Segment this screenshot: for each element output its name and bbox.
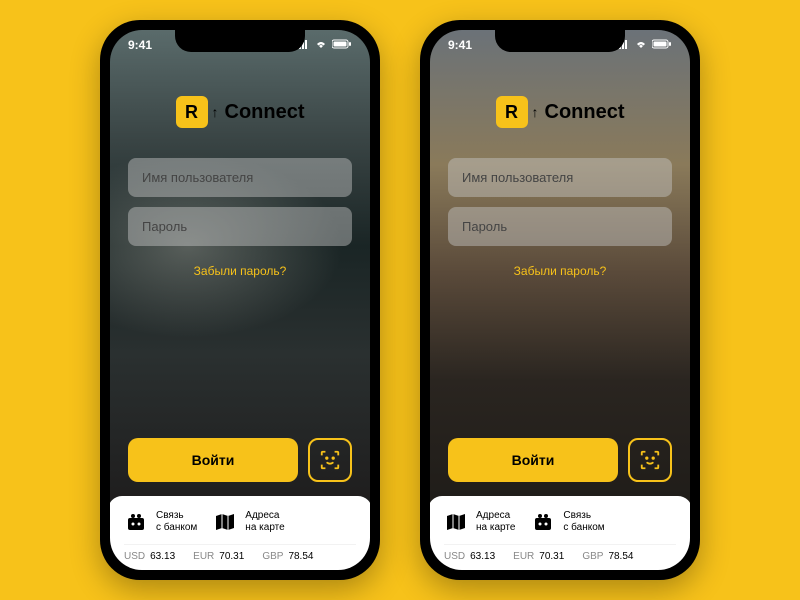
logo-arrow-icon: ↑	[532, 104, 539, 120]
phone-mockup-1: 9:41 R ↑ Connect Забыли пароль?	[100, 20, 380, 580]
rate-usd: USD 63.13	[124, 551, 175, 562]
bank-icon	[531, 510, 555, 534]
notch	[495, 30, 625, 52]
notch	[175, 30, 305, 52]
wifi-icon	[314, 38, 328, 52]
phone-mockup-2: 9:41 R ↑ Connect Забыли пароль?	[420, 20, 700, 580]
currency-rates: USD 63.13 EUR 70.31 GBP 78.54	[124, 544, 356, 562]
login-button[interactable]: Войти	[128, 438, 298, 482]
logo-badge: R	[176, 96, 208, 128]
contact-bank-label: Связь с банком	[563, 510, 604, 534]
app-logo: R ↑ Connect	[128, 96, 352, 128]
bank-icon	[124, 510, 148, 534]
forgot-password-link[interactable]: Забыли пароль?	[448, 264, 672, 278]
contact-bank-label: Связь с банком	[156, 510, 197, 534]
rate-eur: EUR 70.31	[193, 551, 244, 562]
username-field[interactable]	[128, 158, 352, 197]
addresses-map-link[interactable]: Адреса на карте	[444, 510, 515, 534]
currency-rates: USD 63.13 EUR 70.31 GBP 78.54	[444, 544, 676, 562]
password-field[interactable]	[448, 207, 672, 246]
screen: 9:41 R ↑ Connect Забыли пароль?	[430, 30, 690, 570]
rate-usd: USD 63.13	[444, 551, 495, 562]
app-name: Connect	[545, 101, 625, 124]
forgot-password-link[interactable]: Забыли пароль?	[128, 264, 352, 278]
map-icon	[213, 510, 237, 534]
login-button[interactable]: Войти	[448, 438, 618, 482]
battery-icon	[652, 38, 672, 52]
bottom-card: Связь с банком Адреса на карте USD 63.13…	[110, 496, 370, 570]
rate-gbp: GBP 78.54	[582, 551, 633, 562]
faceid-button[interactable]	[628, 438, 672, 482]
bottom-card: Адреса на карте Связь с банком USD 63.13…	[430, 496, 690, 570]
battery-icon	[332, 38, 352, 52]
app-logo: R ↑ Connect	[448, 96, 672, 128]
status-time: 9:41	[448, 38, 472, 52]
faceid-button[interactable]	[308, 438, 352, 482]
rate-eur: EUR 70.31	[513, 551, 564, 562]
app-name: Connect	[225, 101, 305, 124]
addresses-map-label: Адреса на карте	[476, 510, 515, 534]
username-field[interactable]	[448, 158, 672, 197]
faceid-icon	[639, 449, 661, 471]
addresses-map-link[interactable]: Адреса на карте	[213, 510, 284, 534]
faceid-icon	[319, 449, 341, 471]
logo-arrow-icon: ↑	[212, 104, 219, 120]
wifi-icon	[634, 38, 648, 52]
screen: 9:41 R ↑ Connect Забыли пароль?	[110, 30, 370, 570]
addresses-map-label: Адреса на карте	[245, 510, 284, 534]
password-field[interactable]	[128, 207, 352, 246]
status-time: 9:41	[128, 38, 152, 52]
contact-bank-link[interactable]: Связь с банком	[531, 510, 604, 534]
map-icon	[444, 510, 468, 534]
logo-badge: R	[496, 96, 528, 128]
contact-bank-link[interactable]: Связь с банком	[124, 510, 197, 534]
rate-gbp: GBP 78.54	[262, 551, 313, 562]
